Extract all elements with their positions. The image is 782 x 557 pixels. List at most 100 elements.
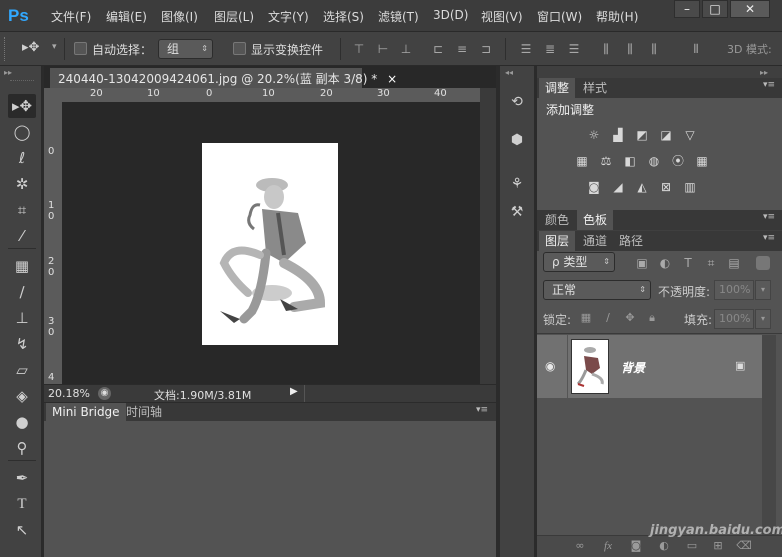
blur-tool-icon[interactable]: ● xyxy=(8,410,36,434)
chevron-down-icon[interactable]: ▾ xyxy=(755,309,771,329)
tab-color[interactable]: 颜色 xyxy=(539,210,575,230)
menu-type[interactable]: 文字(Y) xyxy=(268,8,309,25)
fill-input[interactable]: 100% xyxy=(714,309,754,329)
close-button[interactable]: ✕ xyxy=(730,0,770,18)
type-tool-icon[interactable]: T xyxy=(8,492,36,516)
gradient-map-icon[interactable]: ▥ xyxy=(682,180,698,194)
zoom-level[interactable]: 20.18% xyxy=(48,387,90,400)
dodge-tool-icon[interactable]: ⚲ xyxy=(8,436,36,460)
layer-style-icon[interactable]: fx xyxy=(600,538,616,554)
move-tool-preset-icon[interactable]: ▸✥ xyxy=(22,40,39,55)
layer-name[interactable]: 背景 xyxy=(621,359,645,376)
brush-tool-icon[interactable]: ∕ xyxy=(8,280,36,304)
show-transform-checkbox[interactable] xyxy=(233,42,246,55)
move-tool-icon[interactable]: ▸✥ xyxy=(8,94,36,118)
filter-adjustment-icon[interactable]: ◐ xyxy=(657,256,673,270)
3d-icon[interactable]: ⬢ xyxy=(505,128,529,152)
eraser-tool-icon[interactable]: ▱ xyxy=(8,358,36,382)
eyedropper-tool-icon[interactable]: ⁄ xyxy=(8,224,36,248)
distribute-bottom-icon[interactable]: ☰ xyxy=(567,42,581,56)
tab-channels[interactable]: 通道 xyxy=(577,231,613,251)
info-icon[interactable]: ◉ xyxy=(98,387,111,400)
marquee-tool-icon[interactable]: ◯ xyxy=(8,120,36,144)
menu-image[interactable]: 图像(I) xyxy=(161,8,198,25)
panel-menu-icon[interactable]: ▾≡ xyxy=(763,80,775,90)
align-vcenter-icon[interactable]: ⊢ xyxy=(376,42,390,56)
document-tab[interactable]: 240440-13042009424061.jpg @ 20.2%(蓝 副本 3… xyxy=(50,68,397,88)
new-group-icon[interactable]: ▭ xyxy=(684,538,700,554)
tool-presets-icon[interactable]: ⚒ xyxy=(505,200,529,224)
exposure-icon[interactable]: ◪ xyxy=(658,128,674,142)
align-hcenter-icon[interactable]: ≡ xyxy=(455,42,469,56)
history-icon[interactable]: ⟲ xyxy=(505,90,529,114)
threshold-icon[interactable]: ◭ xyxy=(634,180,650,194)
new-adjustment-icon[interactable]: ◐ xyxy=(656,538,672,554)
minimize-button[interactable]: – xyxy=(674,0,700,18)
filter-smart-icon[interactable]: ▤ xyxy=(726,256,742,270)
photo-filter-icon[interactable]: ◍ xyxy=(646,154,662,168)
channel-mixer-icon[interactable]: ⦿ xyxy=(670,154,686,168)
tab-timeline[interactable]: 时间轴 xyxy=(120,403,168,421)
pen-tool-icon[interactable]: ✒ xyxy=(8,466,36,490)
menu-layer[interactable]: 图层(L) xyxy=(214,8,254,25)
brush-presets-icon[interactable]: ⚘ xyxy=(505,172,529,196)
chevron-down-icon[interactable]: ▾ xyxy=(52,42,57,52)
layer-filter-dropdown[interactable]: ρ 类型 ⇕ xyxy=(543,252,615,272)
crop-tool-icon[interactable]: ⌗ xyxy=(8,198,36,222)
auto-align-icon[interactable]: ⫴ xyxy=(689,42,703,56)
tab-layers[interactable]: 图层 xyxy=(539,231,576,251)
filter-shape-icon[interactable]: ⌗ xyxy=(703,256,719,270)
menu-select[interactable]: 选择(S) xyxy=(323,8,364,25)
tab-paths[interactable]: 路径 xyxy=(613,231,649,251)
menu-edit[interactable]: 编辑(E) xyxy=(106,8,147,25)
tab-close-icon[interactable]: × xyxy=(387,72,397,86)
history-brush-tool-icon[interactable]: ↯ xyxy=(8,332,36,356)
lock-all-icon[interactable]: 🔒︎ xyxy=(644,310,660,326)
add-mask-icon[interactable]: ◙ xyxy=(628,538,644,554)
posterize-icon[interactable]: ◢ xyxy=(610,180,626,194)
filter-pixel-icon[interactable]: ▣ xyxy=(634,256,650,270)
vertical-scrollbar[interactable] xyxy=(480,88,496,384)
balance-icon[interactable]: ⚖ xyxy=(598,154,614,168)
tab-mini-bridge[interactable]: Mini Bridge xyxy=(46,403,126,421)
align-top-icon[interactable]: ⊤ xyxy=(352,42,366,56)
bw-icon[interactable]: ◧ xyxy=(622,154,638,168)
clone-stamp-tool-icon[interactable]: ⊥ xyxy=(8,306,36,330)
menu-window[interactable]: 窗口(W) xyxy=(537,8,582,25)
selective-color-icon[interactable]: ⊠ xyxy=(658,180,674,194)
menu-view[interactable]: 视图(V) xyxy=(481,8,523,25)
distribute-vcenter-icon[interactable]: ≣ xyxy=(543,42,557,56)
paint-bucket-tool-icon[interactable]: ◈ xyxy=(8,384,36,408)
panel-menu-icon[interactable]: ▾≡ xyxy=(763,212,775,222)
tab-styles[interactable]: 样式 xyxy=(577,78,613,98)
trash-icon[interactable]: ⌫ xyxy=(736,538,752,554)
vibrance-icon[interactable]: ▦ xyxy=(574,154,590,168)
levels-icon[interactable]: ▟ xyxy=(610,128,626,142)
lock-pixels-icon[interactable]: ∕ xyxy=(600,310,616,326)
layer-row[interactable]: ◉ 背景 ▣ xyxy=(537,335,762,398)
link-layers-icon[interactable]: ∞ xyxy=(572,538,588,554)
maximize-button[interactable]: □ xyxy=(702,0,728,18)
filter-toggle-switch[interactable] xyxy=(756,256,770,270)
tab-swatches[interactable]: 色板 xyxy=(577,210,614,230)
magic-wand-tool-icon[interactable]: ✲ xyxy=(8,172,36,196)
distribute-left-icon[interactable]: ⫼ xyxy=(599,42,613,56)
document-image[interactable] xyxy=(202,143,338,345)
align-bottom-icon[interactable]: ⊥ xyxy=(399,42,413,56)
lock-position-icon[interactable]: ✥ xyxy=(622,310,638,326)
align-left-icon[interactable]: ⊏ xyxy=(431,42,445,56)
brightness-icon[interactable]: ☼ xyxy=(586,128,602,142)
auto-select-checkbox[interactable] xyxy=(74,42,87,55)
tab-adjustments[interactable]: 调整 xyxy=(539,78,576,98)
auto-select-dropdown[interactable]: 组 ⇕ xyxy=(158,39,213,59)
horizontal-scrollbar[interactable] xyxy=(304,385,494,402)
collapse-icon[interactable]: ◂◂ xyxy=(505,68,513,77)
collapse-icon[interactable]: ▸▸ xyxy=(760,68,768,77)
opacity-input[interactable]: 100% xyxy=(714,280,754,300)
menu-filter[interactable]: 滤镜(T) xyxy=(378,8,419,25)
panel-menu-icon[interactable]: ▾≡ xyxy=(476,405,488,415)
blend-mode-dropdown[interactable]: 正常 ⇕ xyxy=(543,280,651,300)
distribute-right-icon[interactable]: ⫼ xyxy=(647,42,661,56)
menu-help[interactable]: 帮助(H) xyxy=(596,8,638,25)
menu-file[interactable]: 文件(F) xyxy=(51,8,91,25)
